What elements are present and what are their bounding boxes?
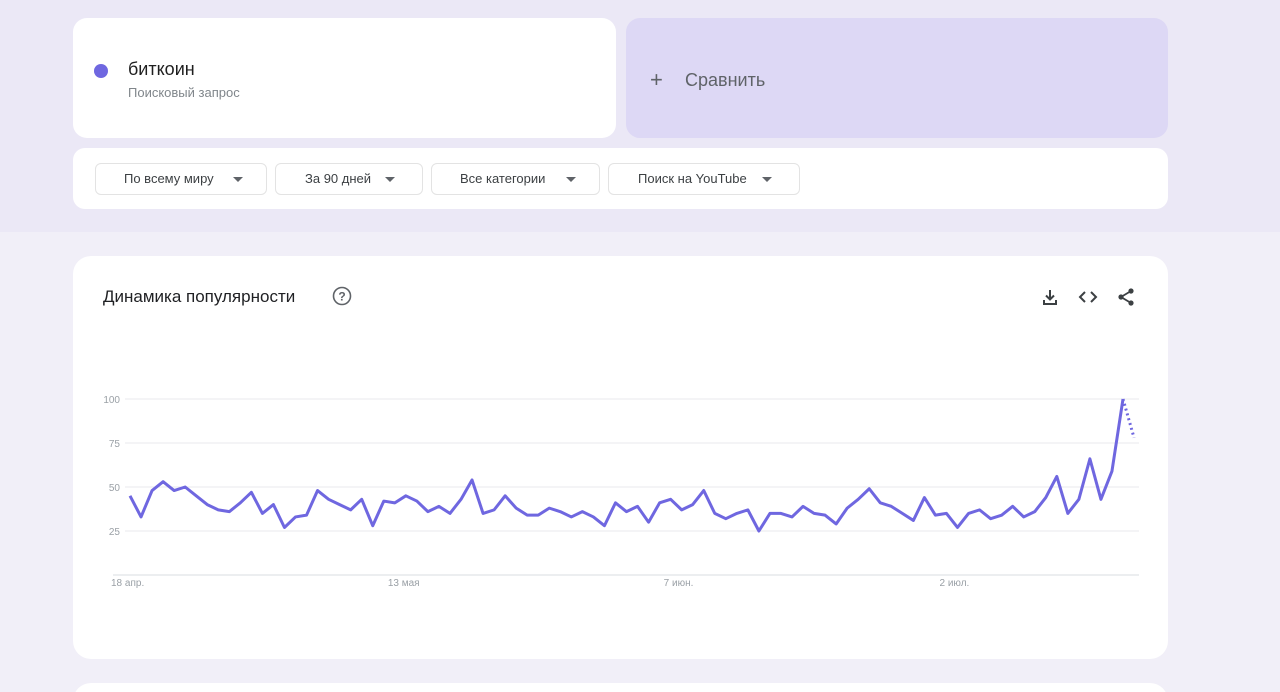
interest-line-chart: 25 50 75 100 18 апр. 13 мая 7 июн. 2 июл. [103, 395, 1139, 589]
series-partial-line [1121, 398, 1136, 439]
y-tick-label: 100 [103, 395, 120, 406]
x-tick-label: 13 мая [388, 578, 420, 589]
series-line [128, 398, 1125, 533]
x-tick-label: 2 июл. [940, 578, 970, 589]
x-tick-label: 7 июн. [664, 578, 694, 589]
y-tick-label: 25 [109, 527, 121, 538]
x-tick-label: 18 апр. [111, 578, 144, 589]
y-tick-label: 50 [109, 483, 121, 494]
y-tick-label: 75 [109, 439, 121, 450]
